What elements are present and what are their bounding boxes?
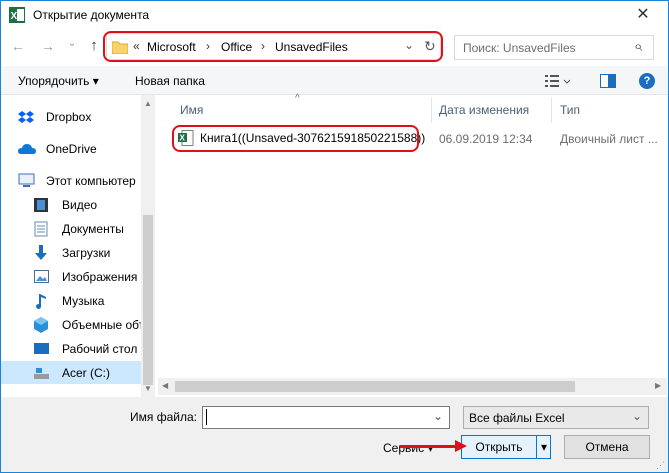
sidebar-item-documents[interactable]: Документы [34,218,156,241]
new-folder-button[interactable]: Новая папка [135,74,205,88]
column-header-date[interactable]: Дата изменения [439,103,529,117]
scroll-down-arrow-icon[interactable]: ▼ [144,384,152,393]
sort-ascending-icon: ^ [295,93,300,104]
sidebar-item-downloads[interactable]: Загрузки [34,242,156,265]
window-title: Открытие документа [33,8,150,22]
sidebar-item-dropbox[interactable]: Dropbox [18,106,140,129]
documents-icon [34,221,48,237]
filename-input[interactable]: ⌄ [202,406,450,429]
sidebar-item-label: Этот компьютер [46,174,136,188]
search-icon[interactable]: ⌕ [634,38,642,55]
file-date: 06.09.2019 12:34 [439,132,533,146]
column-header-name[interactable]: Имя [180,103,203,117]
sidebar-item-onedrive[interactable]: OneDrive [18,138,140,161]
onedrive-icon [18,144,36,154]
close-button[interactable]: ✕ [628,2,658,28]
column-header-type[interactable]: Тип [560,103,580,117]
column-divider[interactable] [431,97,432,123]
sidebar-item-3d-objects[interactable]: Объемные объ [34,314,156,337]
forward-arrow-icon: → [41,38,55,54]
drive-icon [34,368,49,379]
scroll-left-arrow-icon[interactable]: ◀ [162,381,168,390]
computer-icon [18,173,35,187]
organize-label: Упорядочить [18,74,90,88]
view-options-button[interactable] [545,74,571,88]
chevron-down-icon: ⌄ [631,409,642,423]
forward-button[interactable]: → [40,38,56,54]
sidebar-item-video[interactable]: Видео [34,194,156,217]
downloads-icon [35,245,47,260]
video-icon [34,198,48,212]
chevron-down-icon[interactable]: ⌄ [433,409,443,423]
sidebar-item-music[interactable]: Музыка [34,290,156,313]
sidebar-item-desktop[interactable]: Рабочий стол [34,338,156,361]
file-type: Двоичный лист ... [560,132,658,146]
annotation-arrowhead [455,440,467,452]
search-placeholder: Поиск: UnsavedFiles [463,41,576,55]
recent-locations-button[interactable]: ⌄ [66,36,78,49]
organize-button[interactable]: Упорядочить ▾ [18,74,99,88]
sidebar-item-label: OneDrive [46,142,97,156]
back-button[interactable]: ← [10,38,26,54]
3d-objects-icon [34,317,48,333]
caret-down-icon: ▾ [92,74,99,88]
sidebar-scrollbar-thumb[interactable] [143,215,153,385]
filename-label: Имя файла: [130,410,197,424]
music-icon [36,294,46,309]
text-cursor [206,409,207,425]
cancel-button[interactable]: Отмена [564,435,650,459]
sidebar-item-this-pc[interactable]: Этот компьютер [18,170,140,193]
open-button[interactable]: Открыть ▾ [461,435,551,459]
caret-down-icon: ▾ [427,441,434,455]
file-type-value: Все файлы Excel [469,411,565,425]
file-highlight-annotation [172,125,419,152]
excel-app-icon: X [9,7,25,23]
open-label: Открыть [475,440,523,454]
view-list-icon [545,75,571,87]
open-dropdown-icon[interactable]: ▾ [537,436,551,458]
close-icon: ✕ [636,6,650,23]
service-button[interactable]: Сервис ▾ [383,441,433,455]
file-type-select[interactable]: Все файлы Excel ⌄ [463,406,649,429]
preview-pane-button[interactable] [600,74,616,88]
back-arrow-icon: ← [11,38,25,54]
chevron-down-icon: ⌄ [67,37,77,49]
service-label: Сервис [383,441,425,455]
svg-text:X: X [11,11,18,22]
scroll-right-arrow-icon[interactable]: ▶ [655,381,661,390]
column-divider[interactable] [551,97,552,123]
desktop-icon [34,343,49,354]
scroll-up-arrow-icon[interactable]: ▲ [144,99,152,108]
up-arrow-icon: ↑ [90,37,98,54]
sidebar-item-label: Dropbox [46,110,92,124]
sidebar-item-pictures[interactable]: Изображения [34,266,156,289]
help-icon[interactable]: ? [639,73,655,89]
address-highlight-annotation [103,31,443,62]
file-list-scrollbar-thumb[interactable] [175,381,575,392]
annotation-arrow [400,445,458,448]
up-button[interactable]: ↑ [86,37,102,54]
preview-pane-icon [600,74,616,88]
resize-grip-icon[interactable]: ⋰ [656,460,665,471]
sidebar-item-drive-c[interactable]: Acer (C:) [34,362,156,385]
pictures-icon [34,270,49,283]
dropbox-icon [18,111,34,123]
